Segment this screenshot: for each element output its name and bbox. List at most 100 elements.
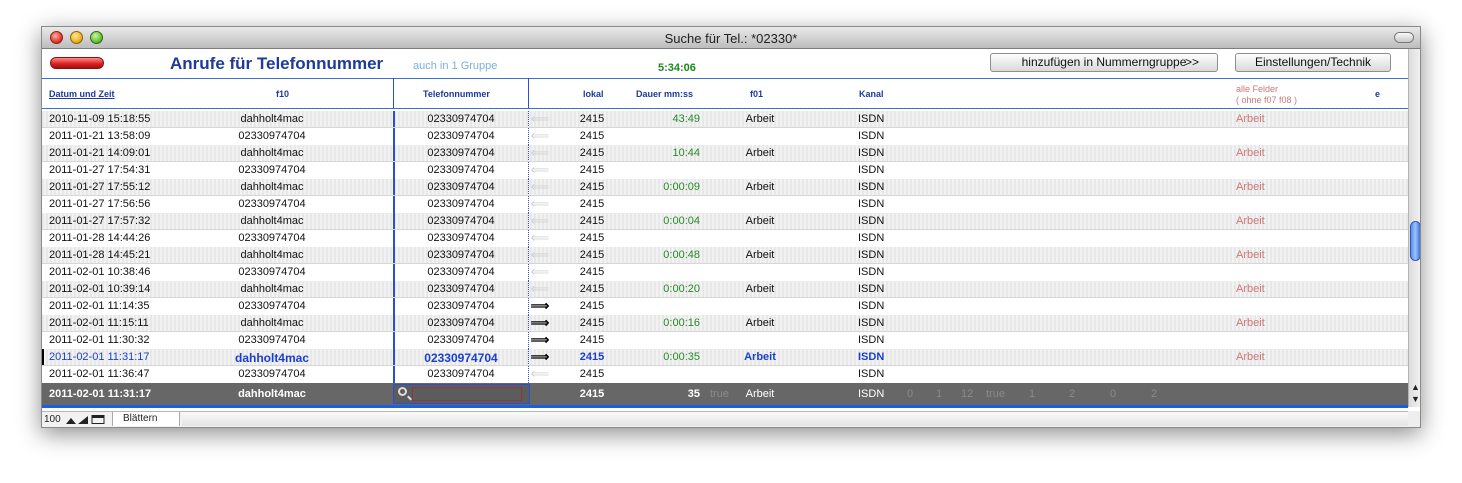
cell-telefon[interactable]: 02330974704 (393, 147, 529, 159)
scroll-down-arrow[interactable]: ▼ (1411, 394, 1420, 404)
cell-telefon[interactable]: 02330974704 (393, 249, 529, 261)
col-header-telefon[interactable]: Telefonnummer (423, 89, 490, 99)
mode-label[interactable]: Blättern (112, 412, 180, 426)
cell-f01[interactable]: Arbeit (732, 249, 788, 261)
telefon-search-field[interactable] (393, 384, 530, 404)
edit-kanal[interactable]: ISDN (858, 388, 884, 400)
cell-datum[interactable]: 2011-01-27 17:57:32 (49, 215, 150, 227)
cell-dauer[interactable]: 0:00:20 (632, 283, 700, 295)
cell-dauer[interactable]: 0:00:35 (632, 351, 700, 363)
horizontal-scrollbar[interactable] (182, 412, 1408, 426)
cell-alle-felder[interactable]: Arbeit (1236, 113, 1265, 125)
cell-lokal[interactable]: 2415 (572, 198, 612, 210)
cell-kanal[interactable]: ISDN (858, 198, 884, 210)
add-to-group-button[interactable]: hinzufügen in Nummerngruppe >> (990, 53, 1218, 72)
cell-kanal[interactable]: ISDN (858, 249, 884, 261)
cell-dauer[interactable]: 0:00:48 (632, 249, 700, 261)
cell-f10[interactable]: 02330974704 (192, 130, 352, 142)
cell-alle-felder[interactable]: Arbeit (1236, 181, 1265, 193)
cell-f10[interactable]: dahholt4mac (192, 181, 352, 193)
cell-lokal[interactable]: 2415 (572, 215, 612, 227)
table-row[interactable]: 2011-01-27 17:56:56 02330974704 0233097470… (42, 196, 1408, 213)
edit-date[interactable]: 2011-02-01 11:31:17 (49, 388, 151, 400)
cell-lokal[interactable]: 2415 (572, 232, 612, 244)
cell-kanal[interactable]: ISDN (858, 283, 884, 295)
cell-datum[interactable]: 2011-02-01 11:15:11 (49, 317, 149, 329)
col-header-alle-felder[interactable]: alle Felder ( ohne f07 f08 ) (1236, 84, 1297, 106)
cell-f01[interactable]: Arbeit (732, 147, 788, 159)
cell-alle-felder[interactable]: Arbeit (1236, 215, 1265, 227)
cell-kanal[interactable]: ISDN (858, 130, 884, 142)
cell-lokal[interactable]: 2415 (572, 283, 612, 295)
table-row[interactable]: 2011-01-27 17:57:32 dahholt4mac 0233097470… (42, 213, 1408, 230)
cell-lokal[interactable]: 2415 (572, 300, 612, 312)
edit-f01[interactable]: Arbeit (732, 388, 788, 400)
cell-datum[interactable]: 2011-02-01 11:31:17 (49, 351, 150, 363)
cell-dauer[interactable]: 0:00:16 (632, 317, 700, 329)
col-header-f10[interactable]: f10 (276, 89, 289, 99)
cell-f01[interactable]: Arbeit (732, 283, 788, 295)
cell-telefon[interactable]: 02330974704 (393, 317, 529, 329)
cell-f10[interactable]: 02330974704 (192, 266, 352, 278)
cell-f10[interactable]: 02330974704 (192, 198, 352, 210)
table-row[interactable]: 2011-02-01 11:36:47 02330974704 0233097470… (42, 366, 1408, 383)
cell-kanal[interactable]: ISDN (858, 334, 884, 346)
cell-f10[interactable]: dahholt4mac (192, 215, 352, 227)
edit-f10[interactable]: dahholt4mac (192, 388, 352, 400)
toolbar-toggle-button[interactable] (1394, 32, 1414, 43)
table-row[interactable]: 2011-02-01 11:31:17 dahholt4mac 0233097470… (42, 349, 1408, 366)
cell-lokal[interactable]: 2415 (572, 113, 612, 125)
cell-f10[interactable]: dahholt4mac (192, 283, 352, 295)
scroll-thumb[interactable] (1410, 221, 1420, 261)
col-header-datum[interactable]: Datum und Zeit (49, 89, 115, 99)
cell-telefon[interactable]: 02330974704 (393, 300, 529, 312)
cell-kanal[interactable]: ISDN (858, 300, 884, 312)
cell-datum[interactable]: 2011-02-01 11:36:47 (49, 368, 150, 380)
cell-f01[interactable]: Arbeit (732, 351, 788, 363)
cell-alle-felder[interactable]: Arbeit (1236, 317, 1265, 329)
cell-f01[interactable]: Arbeit (732, 181, 788, 193)
cell-dauer[interactable]: 0:00:04 (632, 215, 700, 227)
cell-alle-felder[interactable]: Arbeit (1236, 147, 1265, 159)
cell-lokal[interactable]: 2415 (572, 164, 612, 176)
cell-lokal[interactable]: 2415 (572, 368, 612, 380)
cell-f10[interactable]: 02330974704 (192, 368, 352, 380)
scroll-up-arrow[interactable]: ▲ (1411, 382, 1420, 392)
cell-datum[interactable]: 2011-01-21 13:58:09 (49, 130, 150, 142)
cell-kanal[interactable]: ISDN (858, 368, 884, 380)
cell-dauer[interactable]: 10:44 (632, 147, 700, 159)
table-row[interactable]: 2011-02-01 11:15:11 dahholt4mac 0233097470… (42, 315, 1408, 332)
cell-datum[interactable]: 2010-11-09 15:18:55 (49, 113, 150, 125)
cell-kanal[interactable]: ISDN (858, 215, 884, 227)
table-row[interactable]: 2011-01-21 13:58:09 02330974704 0233097470… (42, 128, 1408, 145)
cell-kanal[interactable]: ISDN (858, 147, 884, 159)
red-status-button[interactable] (50, 57, 104, 69)
cell-kanal[interactable]: ISDN (858, 351, 884, 363)
table-row[interactable]: 2011-01-27 17:55:12 dahholt4mac 0233097470… (42, 179, 1408, 196)
cell-dauer[interactable]: 0:00:09 (632, 181, 700, 193)
vertical-scrollbar[interactable]: ▲ ▼ (1408, 49, 1420, 407)
cell-f01[interactable]: Arbeit (732, 215, 788, 227)
settings-button[interactable]: Einstellungen/Technik (1235, 53, 1391, 72)
table-row[interactable]: 2011-02-01 10:38:46 02330974704 0233097470… (42, 264, 1408, 281)
cell-f10[interactable]: dahholt4mac (192, 351, 352, 365)
cell-kanal[interactable]: ISDN (858, 317, 884, 329)
cell-lokal[interactable]: 2415 (572, 147, 612, 159)
col-header-f01[interactable]: f01 (750, 89, 763, 99)
cell-datum[interactable]: 2011-01-28 14:44:26 (49, 232, 150, 244)
cell-f10[interactable]: dahholt4mac (192, 113, 352, 125)
cell-alle-felder[interactable]: Arbeit (1236, 283, 1265, 295)
resize-corner[interactable] (1408, 411, 1420, 427)
cell-telefon[interactable]: 02330974704 (393, 266, 529, 278)
cell-telefon[interactable]: 02330974704 (393, 334, 529, 346)
cell-telefon[interactable]: 02330974704 (393, 198, 529, 210)
cell-datum[interactable]: 2011-01-21 14:09:01 (49, 147, 150, 159)
cell-datum[interactable]: 2011-01-27 17:54:31 (49, 164, 150, 176)
table-row[interactable]: 2011-01-21 14:09:01 dahholt4mac 0233097470… (42, 145, 1408, 162)
cell-f01[interactable]: Arbeit (732, 113, 788, 125)
cell-lokal[interactable]: 2415 (572, 317, 612, 329)
cell-lokal[interactable]: 2415 (572, 181, 612, 193)
cell-telefon[interactable]: 02330974704 (393, 164, 529, 176)
cell-alle-felder[interactable]: Arbeit (1236, 351, 1265, 363)
cell-lokal[interactable]: 2415 (572, 130, 612, 142)
